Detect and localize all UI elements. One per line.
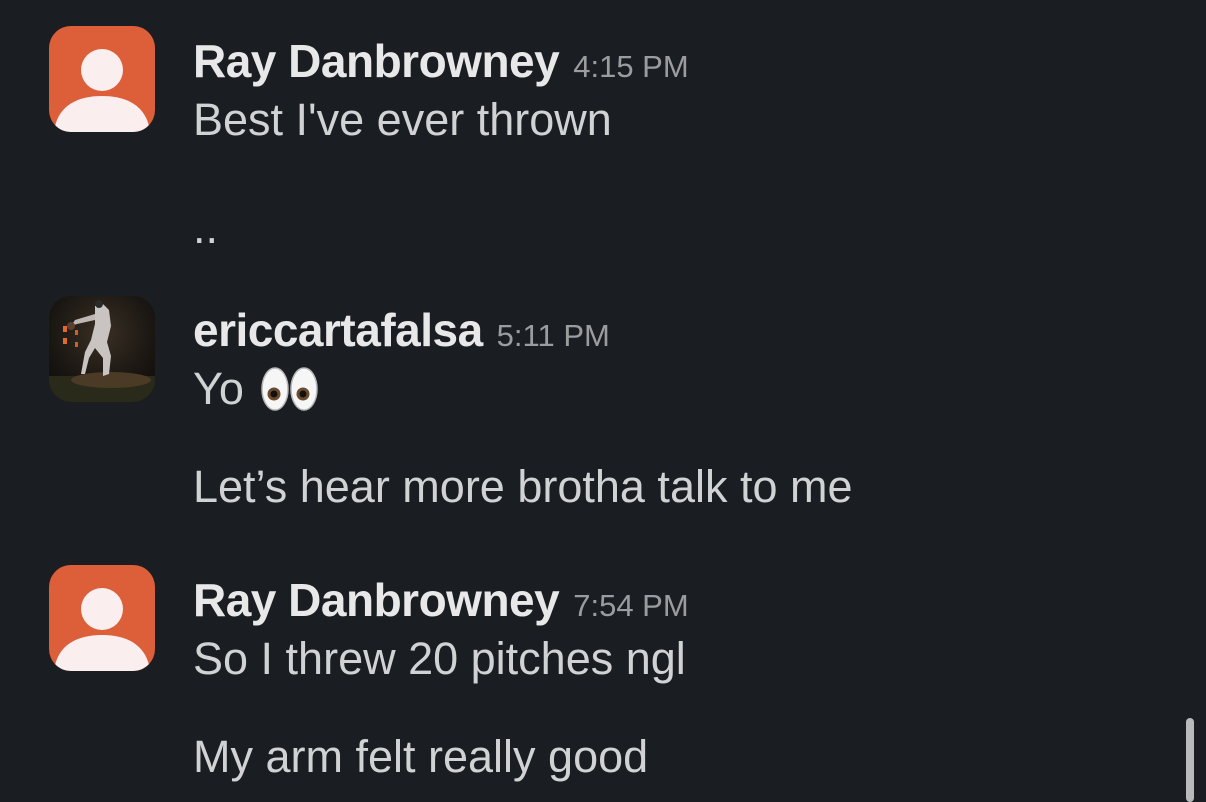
- message-row: Yo: [193, 363, 320, 415]
- default-user-icon: [54, 588, 150, 671]
- avatar[interactable]: [49, 26, 155, 132]
- timestamp[interactable]: 7:54 PM: [573, 588, 688, 624]
- avatar[interactable]: [49, 565, 155, 671]
- author-name[interactable]: Ray Danbrowney: [193, 573, 560, 627]
- baseball-pitcher-photo: [49, 296, 155, 402]
- scrollbar[interactable]: [1186, 718, 1194, 802]
- message-text: So I threw 20 pitches ngl: [193, 633, 686, 684]
- message-text: Best I've ever thrown: [193, 94, 612, 145]
- message-text: Let’s hear more brotha talk to me: [193, 461, 853, 512]
- message-text: ..: [193, 202, 219, 253]
- message-text: Yo: [193, 363, 244, 414]
- message-feed: Ray Danbrowney 4:15 PM Best I've ever th…: [0, 0, 1206, 802]
- eyes-icon: [261, 367, 318, 411]
- timestamp[interactable]: 5:11 PM: [497, 318, 610, 354]
- author-name[interactable]: ericcartafalsa: [193, 303, 483, 357]
- eyes-emoji[interactable]: [260, 364, 320, 414]
- timestamp[interactable]: 4:15 PM: [573, 49, 688, 85]
- message-text: My arm felt really good: [193, 731, 649, 782]
- author-name[interactable]: Ray Danbrowney: [193, 34, 560, 88]
- default-user-icon: [54, 49, 150, 132]
- avatar[interactable]: [49, 296, 155, 402]
